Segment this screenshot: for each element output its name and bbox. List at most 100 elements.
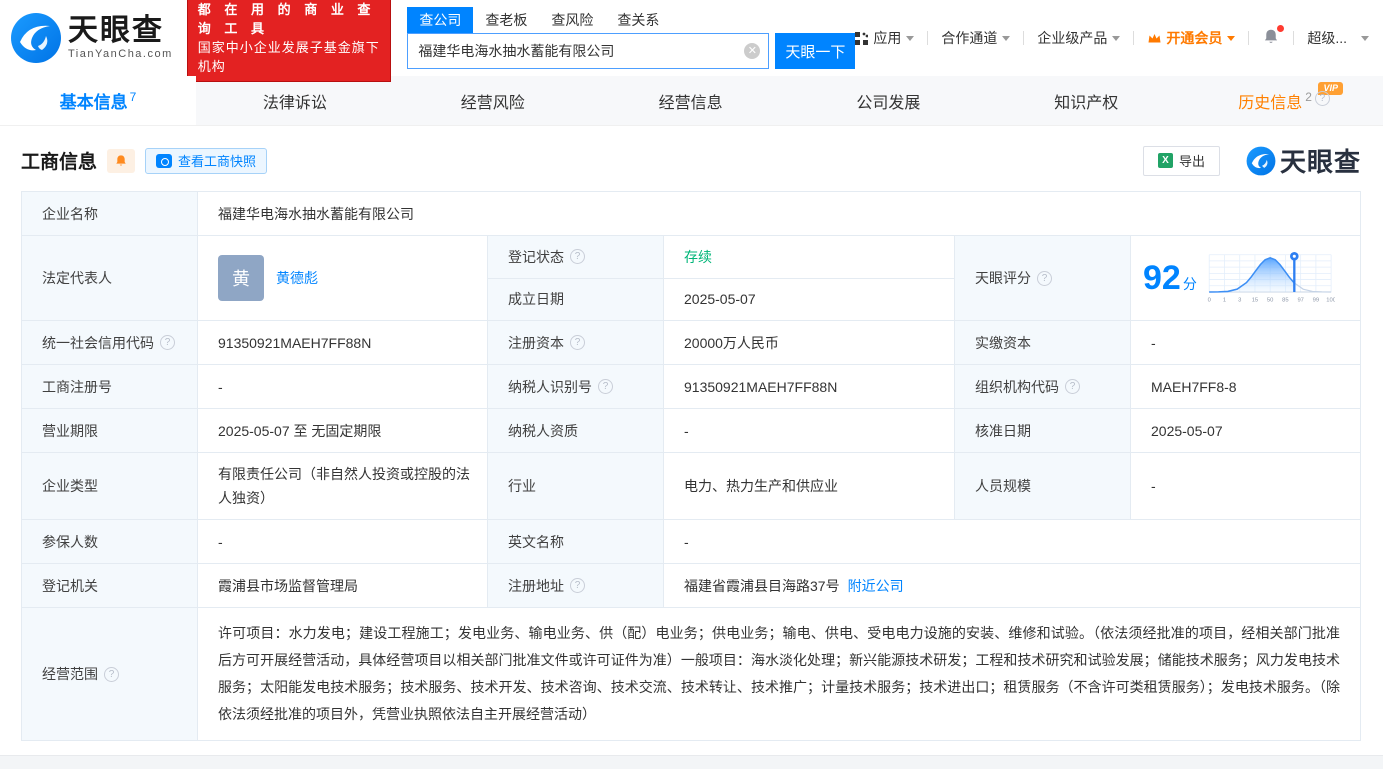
divider: [1133, 31, 1135, 45]
tab-operation-risk[interactable]: 经营风险: [394, 76, 592, 125]
business-info-table: 企业名称 福建华电海水抽水蓄能有限公司 法定代表人 黄 黄德彪 登记状态 存续 …: [21, 191, 1361, 741]
svg-text:85: 85: [1282, 297, 1288, 303]
nearby-companies-link[interactable]: 附近公司: [848, 576, 904, 596]
export-label: 导出: [1178, 154, 1205, 169]
tyc-score-label: 天眼评分: [955, 236, 1130, 320]
reg-address-text: 福建省霞浦县目海路37号: [684, 577, 840, 594]
org-code-label: 组织机构代码: [955, 365, 1130, 408]
tyc-score-cell: 92 分 0 1 3 15 50 85 97 99 100: [1131, 236, 1360, 320]
svg-text:3: 3: [1238, 297, 1241, 303]
monitor-bell-button[interactable]: [107, 148, 136, 173]
tab-basic-info[interactable]: 基本信息 7: [0, 76, 196, 125]
help-icon[interactable]: [570, 578, 585, 593]
svg-text:97: 97: [1297, 297, 1303, 303]
org-code-value: MAEH7FF8-8: [1131, 365, 1360, 408]
english-name-label: 英文名称: [488, 520, 663, 563]
industry-value: 电力、热力生产和供应业: [664, 453, 954, 519]
svg-text:1: 1: [1223, 297, 1226, 303]
slogan-line1: 都 在 用 的 商 业 查 询 工 具: [197, 2, 376, 36]
business-snapshot-button[interactable]: 查看工商快照: [145, 147, 268, 174]
notification-dot: [1277, 24, 1285, 32]
taxpayer-id-label-text: 纳税人识别号: [508, 378, 592, 395]
approval-date-value: 2025-05-07: [1131, 409, 1360, 452]
nav-account[interactable]: 超级...: [1307, 28, 1369, 48]
nav-partner[interactable]: 合作通道: [941, 28, 1011, 48]
tab-company-development[interactable]: 公司发展: [789, 76, 987, 125]
svg-text:50: 50: [1267, 297, 1273, 303]
reg-status-value: 存续: [664, 236, 954, 278]
tab-label: 经营风险: [460, 94, 525, 112]
footer-strip: [0, 755, 1383, 769]
app-grid-icon: [855, 31, 869, 45]
logo-brand-text: 天眼查: [68, 14, 164, 47]
help-icon[interactable]: [1314, 91, 1330, 106]
taxpayer-quality-label: 纳税人资质: [488, 409, 663, 452]
staff-size-value: -: [1131, 453, 1360, 519]
taxpayer-quality-value: -: [664, 409, 954, 452]
chevron-down-icon: [906, 35, 915, 41]
main-tabbar: 基本信息 7 法律诉讼 经营风险 经营信息 公司发展 知识产权 VIP 历史信息 …: [0, 76, 1383, 126]
paid-capital-value: -: [1131, 321, 1360, 364]
tyc-score-label-text: 天眼评分: [975, 270, 1031, 286]
help-icon[interactable]: [160, 335, 175, 350]
chevron-down-icon: [1002, 35, 1011, 41]
company-type-value: 有限责任公司（非自然人投资或控股的法人独资）: [198, 453, 487, 519]
legal-rep-avatar[interactable]: 黄: [218, 255, 264, 301]
export-button[interactable]: X 导出: [1142, 145, 1220, 176]
search-tab-company[interactable]: 查公司: [407, 7, 474, 33]
chevron-down-icon: [1227, 35, 1236, 41]
tab-intellectual-property[interactable]: 知识产权: [987, 76, 1185, 125]
approval-date-label: 核准日期: [955, 409, 1130, 452]
credit-code-value: 91350921MAEH7FF88N: [198, 321, 487, 364]
svg-text:99: 99: [1312, 297, 1318, 303]
search-tab-risk[interactable]: 查风险: [539, 7, 605, 33]
nav-apps-label: 应用: [873, 30, 902, 46]
legal-rep-cell: 黄 黄德彪: [198, 236, 487, 320]
nav-vip[interactable]: 开通会员: [1147, 28, 1236, 48]
slogan-badge: 都 在 用 的 商 业 查 询 工 具 国家中小企业发展子基金旗下机构: [186, 0, 392, 82]
tianyancha-logo[interactable]: 天眼查 TianYanCha.com: [10, 12, 173, 64]
search-tab-relation[interactable]: 查关系: [605, 7, 671, 33]
tab-legal[interactable]: 法律诉讼: [196, 76, 394, 125]
reg-authority-value: 霞浦县市场监督管理局: [198, 564, 487, 607]
reg-status-label: 登记状态: [488, 236, 663, 278]
business-scope-label-text: 经营范围: [42, 666, 98, 682]
reg-address-label-text: 注册地址: [508, 577, 564, 594]
help-icon[interactable]: [1037, 270, 1052, 286]
svg-text:100: 100: [1326, 297, 1335, 303]
search-tabs: 查公司 查老板 查风险 查关系: [407, 7, 855, 33]
search-input[interactable]: [407, 33, 770, 69]
tab-label: 知识产权: [1054, 94, 1119, 112]
search-tab-boss[interactable]: 查老板: [473, 7, 539, 33]
help-icon[interactable]: [1065, 379, 1080, 394]
legal-rep-link[interactable]: 黄德彪: [276, 268, 318, 288]
notification-bell[interactable]: [1262, 24, 1285, 49]
watermark-logo: 天眼查: [1246, 142, 1361, 179]
staff-size-label: 人员规模: [955, 453, 1130, 519]
english-name-value: -: [664, 520, 1360, 563]
establish-date-value: 2025-05-07: [664, 278, 954, 320]
reg-status-label-text: 登记状态: [508, 248, 564, 265]
reg-address-value: 福建省霞浦县目海路37号 附近公司: [664, 564, 1360, 607]
search-button[interactable]: 天眼一下: [775, 33, 856, 69]
reg-number-value: -: [198, 365, 487, 408]
insured-count-value: -: [198, 520, 487, 563]
header-nav: 应用 合作通道 企业级产品 开通会员 超级...: [855, 24, 1369, 49]
svg-text:0: 0: [1207, 297, 1210, 303]
tab-operation-info[interactable]: 经营信息: [592, 76, 790, 125]
section-header: 工商信息 查看工商快照 X 导出 天眼查: [21, 142, 1361, 179]
tab-history-info[interactable]: VIP 历史信息 2: [1185, 76, 1383, 125]
help-icon[interactable]: [598, 379, 613, 394]
search-block: 查公司 查老板 查风险 查关系 ✕ 天眼一下: [407, 7, 856, 69]
divider: [1248, 31, 1250, 45]
credit-code-label-text: 统一社会信用代码: [42, 334, 154, 351]
nav-enterprise[interactable]: 企业级产品: [1037, 28, 1121, 48]
help-icon[interactable]: [104, 666, 119, 682]
snapshot-label: 查看工商快照: [178, 154, 257, 169]
insured-count-label: 参保人数: [22, 520, 197, 563]
help-icon[interactable]: [570, 335, 585, 350]
help-icon[interactable]: [570, 249, 585, 265]
nav-apps[interactable]: 应用: [855, 28, 915, 48]
tab-label: 公司发展: [856, 94, 921, 112]
chevron-down-icon: [1361, 35, 1369, 41]
